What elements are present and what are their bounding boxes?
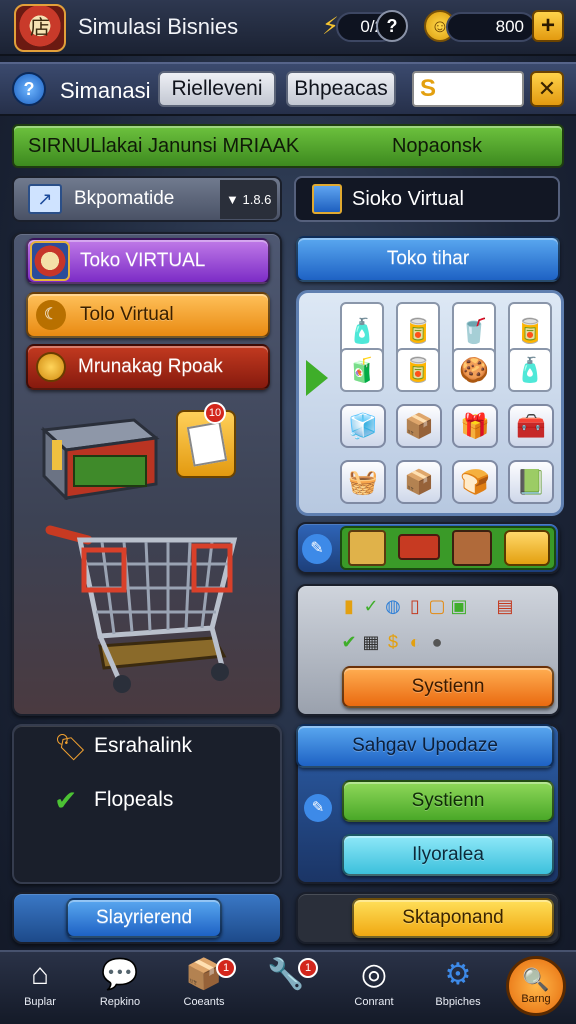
dropdown-label: Bkpomatide xyxy=(74,188,175,209)
currency-symbol: S xyxy=(420,75,437,102)
home-icon: ⌂ xyxy=(30,958,50,991)
app-title: Simulasi Bisnies xyxy=(78,14,239,39)
nav-ring[interactable]: ◎ Conrant xyxy=(338,954,410,1020)
chip-icon: ▣ xyxy=(450,596,468,616)
status-banner: SIRNULlakai Janunsi MRIAAK Nopaonsk xyxy=(12,124,564,168)
tolo-virtual-button[interactable]: ☾ Tolo Virtual xyxy=(26,292,270,338)
store-field-label: Sioko Virtual xyxy=(352,187,464,210)
chat-icon: 💬 xyxy=(101,958,139,991)
nav-label: Buplar xyxy=(24,996,56,1008)
status-icons-row: ✔ ▦ $ ◐ ● xyxy=(338,632,448,653)
book-icon: ▤ xyxy=(496,596,514,616)
receipt-paper-icon xyxy=(186,421,228,467)
product-slot[interactable]: 🥫 xyxy=(396,348,440,392)
currency-field[interactable]: S xyxy=(412,71,524,107)
nav-label: Conrant xyxy=(354,996,394,1008)
mrunakag-button[interactable]: Mrunakag Rpoak xyxy=(26,344,270,390)
play-arrow-icon[interactable] xyxy=(306,360,328,396)
product-slot[interactable]: 📦 xyxy=(396,460,442,504)
store-icon xyxy=(312,184,342,214)
product-slot[interactable]: 🎁 xyxy=(452,404,498,448)
nav-settings[interactable]: ⚙ Bbpiches xyxy=(422,954,494,1020)
store-field[interactable]: Sioko Virtual xyxy=(294,176,560,222)
tools-icon: 🔧 xyxy=(267,958,305,991)
product-slot[interactable]: 🧊 xyxy=(340,404,386,448)
nav-label: Repkino xyxy=(99,996,141,1008)
battery-icon: ▮ xyxy=(344,596,354,616)
gear-icon: ⚙ xyxy=(444,958,472,991)
nav-label: Bbpiches xyxy=(435,996,481,1008)
toko-virtual-button[interactable]: Toko VIRTUAL xyxy=(26,238,270,284)
menu-label: Simanasi xyxy=(60,78,151,103)
nav-badge: 1 xyxy=(298,958,318,978)
link-icon: 🏷 xyxy=(54,732,88,762)
product-slot[interactable]: 📦 xyxy=(396,404,442,448)
add-currency-button[interactable]: + xyxy=(532,10,564,42)
box-icon: 📦 xyxy=(185,958,223,991)
slayrierend-button[interactable]: Slayrierend xyxy=(66,898,222,938)
coin-round-icon xyxy=(36,352,66,382)
info-icon[interactable]: ? xyxy=(12,72,46,106)
clock-icon: ◐ xyxy=(409,632,421,652)
nav-search-button[interactable]: 🔍 Barng xyxy=(506,956,566,1016)
product-slot[interactable]: 🧰 xyxy=(508,404,554,448)
product-slot[interactable]: 🧃 xyxy=(340,348,384,392)
nav-label: Barng xyxy=(521,993,551,1005)
notification-badge: 10 xyxy=(204,402,226,424)
check-icon: ✔ xyxy=(54,785,78,816)
produce-crate-icon xyxy=(40,418,160,500)
nav-chat[interactable]: 💬 Repkino xyxy=(84,954,156,1020)
ilyoralea-button[interactable]: Ilyoralea xyxy=(342,834,554,876)
tab-bhpeacas[interactable]: Bhpeacas xyxy=(286,71,396,107)
sktaponand-button[interactable]: Sktaponand xyxy=(352,898,554,938)
grid-icon: ▦ xyxy=(362,632,380,652)
globe-icon: ◍ xyxy=(385,596,401,616)
chart-icon: ↗ xyxy=(28,184,62,214)
disc-icon: ● xyxy=(431,632,443,652)
help-icon[interactable]: ? xyxy=(376,10,408,42)
bottle-icon: ▯ xyxy=(410,596,420,616)
nav-badge: 1 xyxy=(216,958,236,978)
shop-logo-icon: 店 xyxy=(14,4,66,52)
banner-right-text: Nopaonsk xyxy=(391,134,482,157)
basket-item-icon[interactable] xyxy=(504,530,550,566)
shop-badge-icon xyxy=(30,241,70,281)
status-item-2: Flopeals xyxy=(94,788,174,811)
status-item-1: Esrahalink xyxy=(94,734,193,757)
tag-icon[interactable]: ✎ xyxy=(302,534,332,564)
mrunakag-label: Mrunakag Rpoak xyxy=(78,356,223,377)
crate-item-icon[interactable] xyxy=(452,530,492,566)
system-green-button[interactable]: Systienn xyxy=(342,780,554,822)
toko-tihar-button[interactable]: Toko tihar xyxy=(296,236,560,282)
check-icon: ✔ xyxy=(341,632,357,652)
frame-icon: ▢ xyxy=(428,596,446,616)
banner-left-text: SIRNULlakai Janunsi MRIAAK xyxy=(28,134,300,157)
product-slot[interactable]: 📗 xyxy=(508,460,554,504)
dollar-icon: $ xyxy=(387,632,398,652)
truck-item-icon[interactable] xyxy=(398,534,440,560)
tolo-virtual-label: Tolo Virtual xyxy=(80,304,174,325)
box-item-icon[interactable] xyxy=(348,530,386,566)
category-dropdown[interactable]: ↗ Bkpomatide ▼ 1.8.6 xyxy=(12,176,282,222)
wrench-icon[interactable]: ✎ xyxy=(304,794,332,822)
pen-icon: ✓ xyxy=(363,596,379,616)
toko-virtual-label: Toko VIRTUAL xyxy=(80,250,206,271)
ring-icon: ◎ xyxy=(360,958,388,991)
product-slot[interactable]: 🧴 xyxy=(508,348,552,392)
nav-home[interactable]: ⌂ Buplar xyxy=(4,954,76,1020)
search-icon: 🔍 xyxy=(522,967,550,992)
shopping-cart-icon xyxy=(45,525,238,693)
system-button[interactable]: Systienn xyxy=(342,666,554,708)
gem-counter: 800 xyxy=(446,12,536,42)
tab-rielleveni[interactable]: Rielleveni xyxy=(158,71,276,107)
dropdown-value: ▼ 1.8.6 xyxy=(220,179,278,219)
product-slot[interactable]: 🧺 xyxy=(340,460,386,504)
product-slot[interactable]: 🍪 xyxy=(452,348,496,392)
tool-icons-row: ▮ ✓ ◍ ▯ ▢ ▣ ▤ xyxy=(338,596,516,617)
nav-label: Coeants xyxy=(183,996,225,1008)
upgrade-title-button[interactable]: Sahgav Upodaze xyxy=(296,724,554,768)
product-slot[interactable]: 🍞 xyxy=(452,460,498,504)
moon-icon: ☾ xyxy=(36,300,66,330)
close-button[interactable]: ✕ xyxy=(530,71,564,107)
